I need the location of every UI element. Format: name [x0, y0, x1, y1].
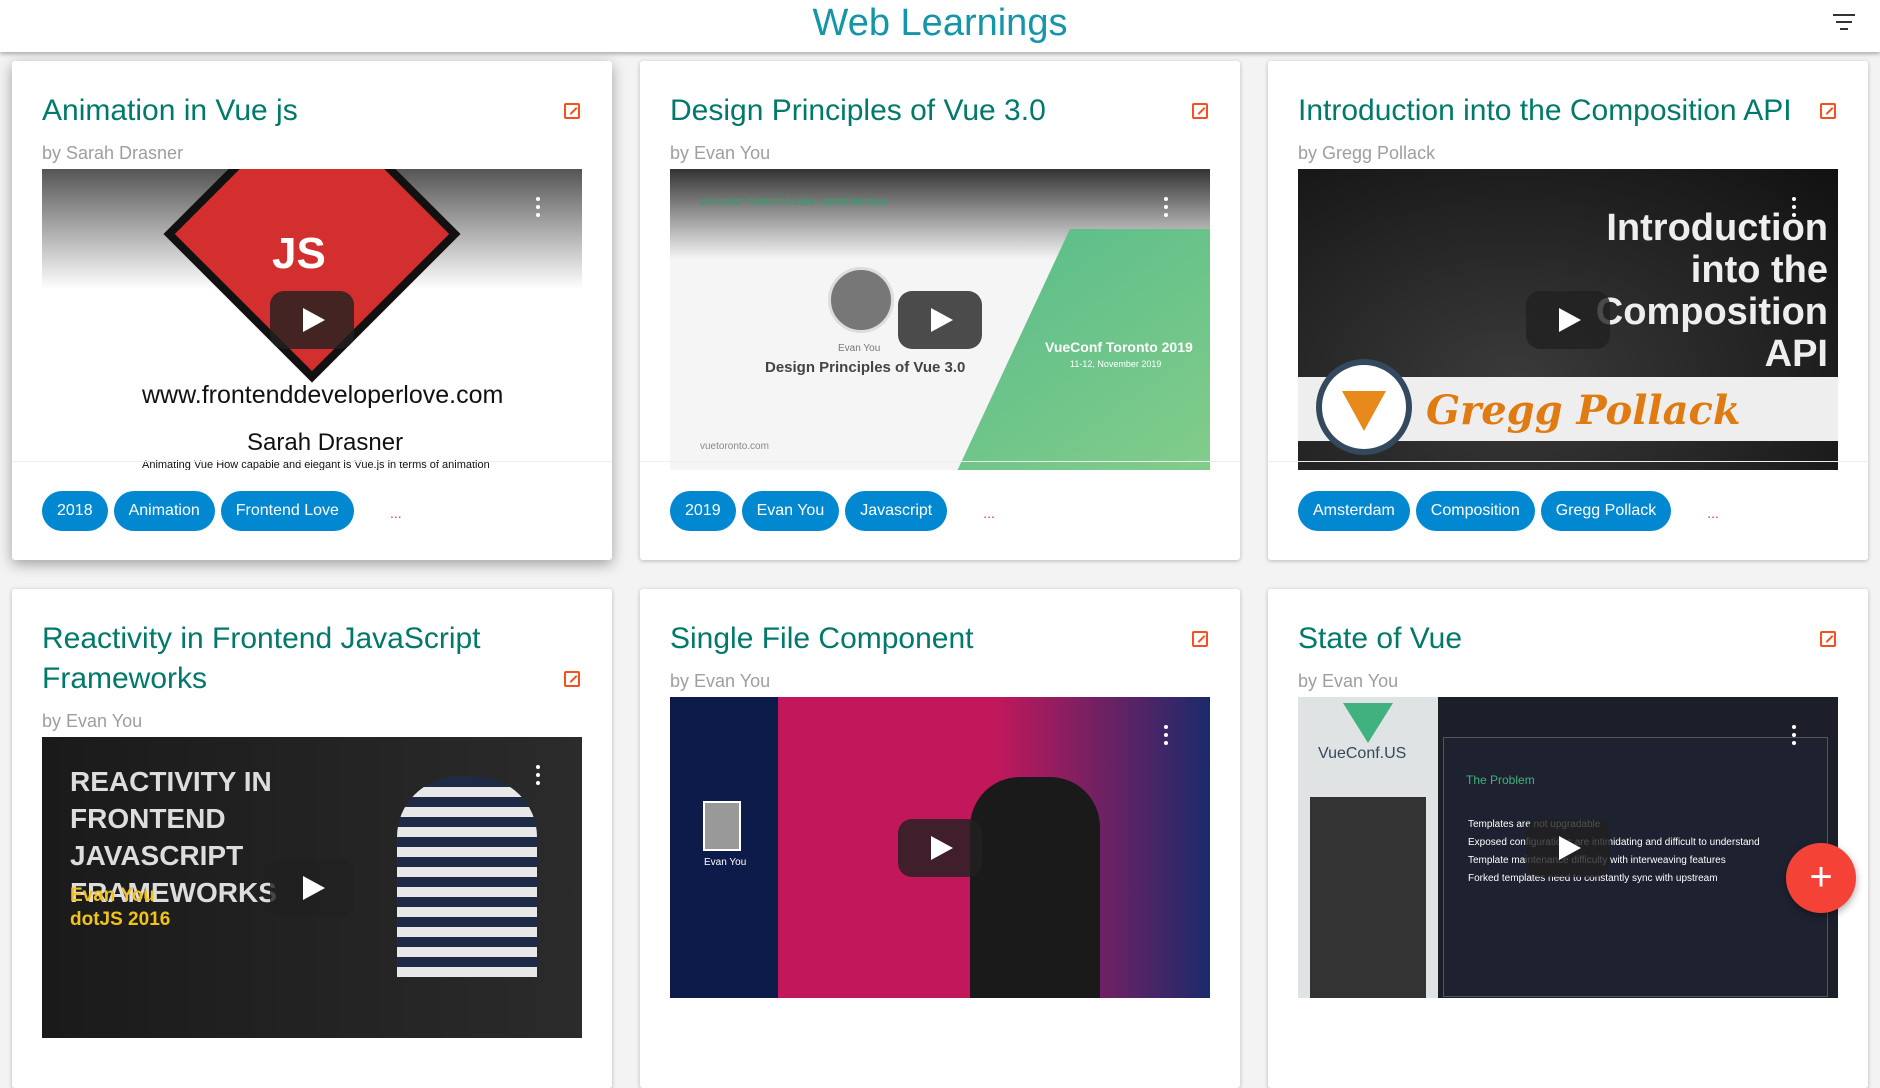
play-button[interactable] [270, 290, 354, 349]
video-card: Single File Component by Evan You Evan Y… [640, 589, 1240, 1088]
video-thumbnail[interactable]: Introduction into the Composition API Gr… [1298, 169, 1838, 470]
card-author: by Evan You [670, 143, 771, 163]
tag-list: 2019 Evan You Javascript ... [640, 461, 1240, 560]
card-author: by Evan You [670, 671, 771, 691]
more-vert-icon[interactable] [536, 197, 540, 221]
card-title[interactable]: State of Vue [1298, 619, 1798, 659]
play-button[interactable] [1526, 290, 1610, 349]
video-thumbnail[interactable]: Evan You [670, 697, 1210, 998]
more-vert-icon[interactable] [1792, 197, 1796, 221]
card-author: by Evan You [1298, 671, 1399, 691]
page-title: Web Learnings [812, 2, 1068, 44]
app-header: Web Learnings [0, 0, 1880, 52]
tag-chip[interactable]: Amsterdam [1298, 491, 1410, 531]
more-vert-icon[interactable] [1164, 725, 1168, 749]
more-tags-button[interactable]: ... [390, 505, 402, 521]
external-link-icon[interactable] [1820, 631, 1836, 647]
video-thumbnail[interactable]: VUECONF TORONTO 2019 - SESSION TALK Evan… [670, 169, 1210, 470]
more-vert-icon[interactable] [1792, 725, 1796, 749]
more-tags-button[interactable]: ... [983, 505, 995, 521]
filter-icon[interactable] [1832, 14, 1856, 34]
more-vert-icon[interactable] [1164, 197, 1168, 221]
video-thumbnail[interactable]: JS www.frontenddeveloperlove.com Sarah D… [42, 169, 582, 470]
more-tags-button[interactable]: ... [1707, 505, 1719, 521]
external-link-icon[interactable] [1192, 103, 1208, 119]
card-author: by Gregg Pollack [1298, 143, 1436, 163]
external-link-icon[interactable] [1820, 103, 1836, 119]
video-card: Animation in Vue js by Sarah Drasner JS … [12, 61, 612, 560]
tag-chip[interactable]: Javascript [845, 491, 948, 531]
tag-chip[interactable]: Animation [113, 491, 215, 531]
tag-list: Amsterdam Composition Gregg Pollack ... [1268, 461, 1868, 560]
add-button[interactable]: + [1786, 843, 1856, 913]
video-thumbnail[interactable]: REACTIVITY IN FRONTEND JAVASCRIPT FRAMEW… [42, 737, 582, 1038]
external-link-icon[interactable] [564, 103, 580, 119]
card-title[interactable]: Introduction into the Composition API [1298, 91, 1798, 131]
tag-list: 2018 Animation Frontend Love ... [12, 461, 612, 560]
video-thumbnail[interactable]: VueConf.US The Problem Templates are not… [1298, 697, 1838, 998]
play-button[interactable] [1526, 818, 1610, 877]
tag-chip[interactable]: Frontend Love [220, 491, 354, 531]
video-card: State of Vue by Evan You VueConf.US The … [1268, 589, 1868, 1088]
external-link-icon[interactable] [1192, 631, 1208, 647]
card-title[interactable]: Reactivity in Frontend JavaScript Framew… [42, 619, 542, 699]
play-button[interactable] [270, 858, 354, 917]
tag-chip[interactable]: Composition [1415, 491, 1535, 531]
card-author: by Evan You [42, 711, 143, 731]
card-title[interactable]: Animation in Vue js [42, 91, 542, 131]
card-title[interactable]: Single File Component [670, 619, 1170, 659]
video-card: Introduction into the Composition API by… [1268, 61, 1868, 560]
video-card: Design Principles of Vue 3.0 by Evan You… [640, 61, 1240, 560]
play-button[interactable] [898, 290, 982, 349]
external-link-icon[interactable] [564, 671, 580, 687]
tag-chip[interactable]: 2019 [670, 491, 736, 531]
tag-chip[interactable]: 2018 [42, 491, 108, 531]
more-vert-icon[interactable] [536, 765, 540, 789]
video-card: Reactivity in Frontend JavaScript Framew… [12, 589, 612, 1088]
card-author: by Sarah Drasner [42, 143, 184, 163]
play-button[interactable] [898, 818, 982, 877]
tag-chip[interactable]: Evan You [741, 491, 840, 531]
card-title[interactable]: Design Principles of Vue 3.0 [670, 91, 1170, 131]
tag-chip[interactable]: Gregg Pollack [1540, 491, 1672, 531]
